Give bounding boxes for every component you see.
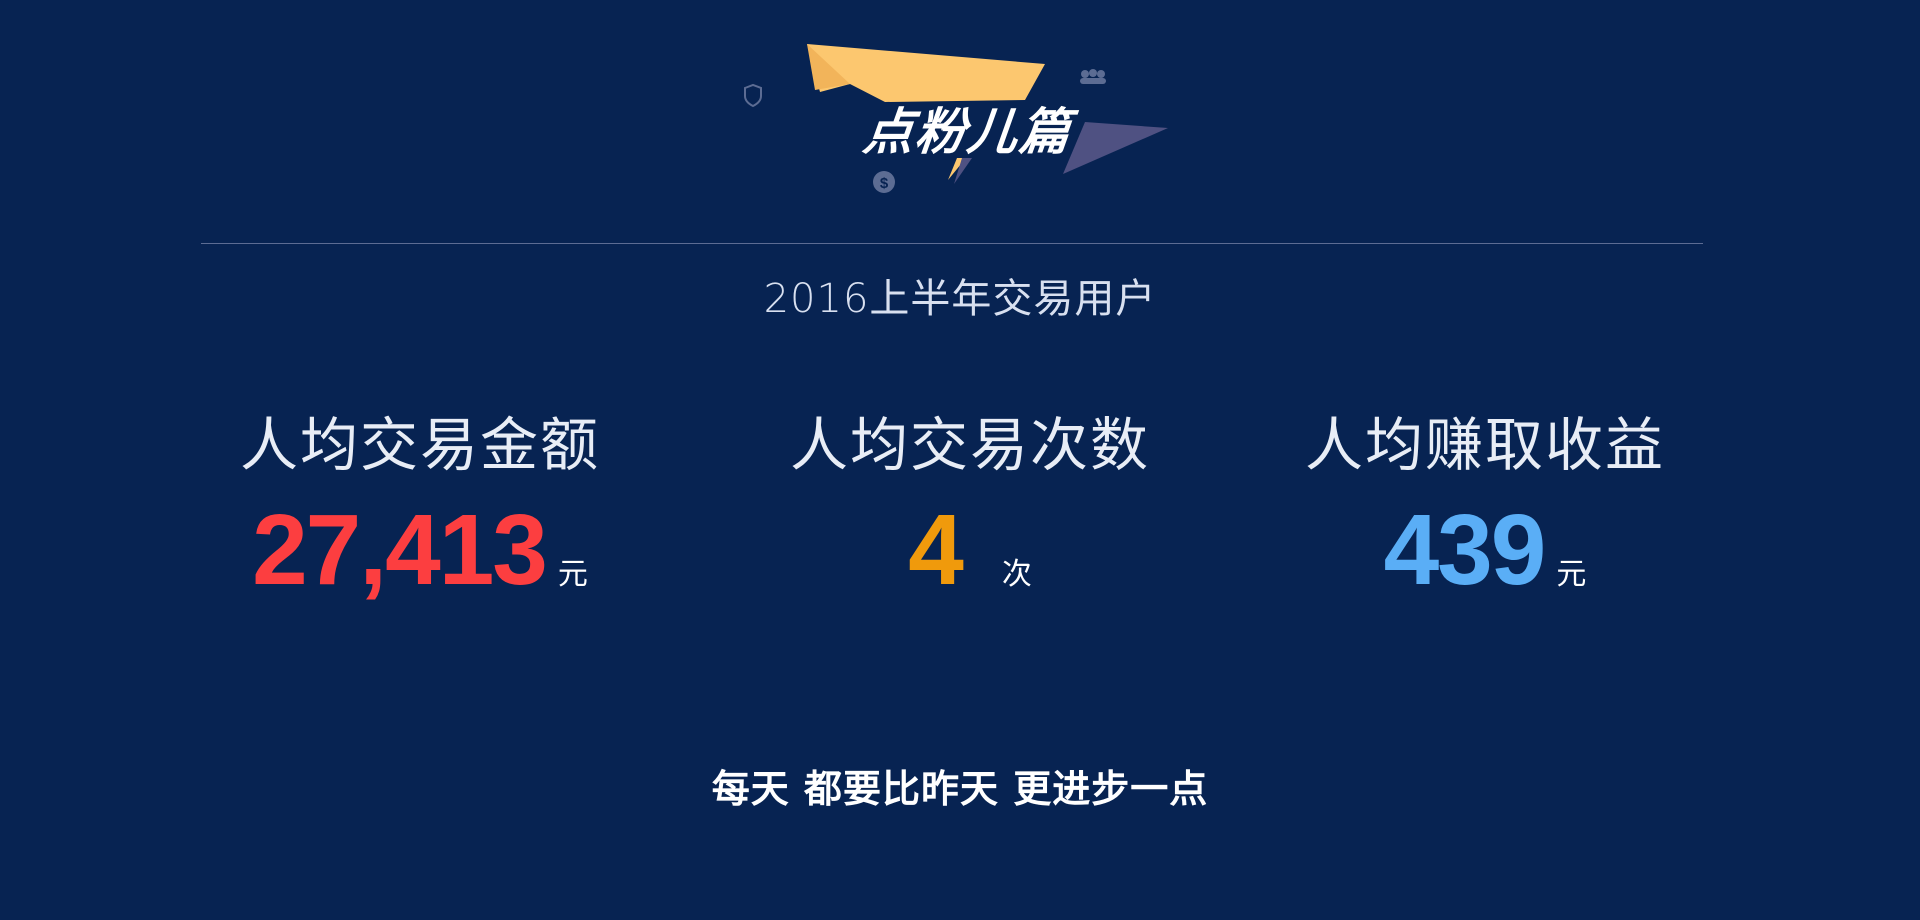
people-icon [1080, 69, 1106, 84]
dollar-coin-icon: $ [873, 171, 895, 193]
stat-value-row: 439 元 [1225, 495, 1745, 605]
stat-avg-transaction-amount: 人均交易金额 27,413 元 [160, 405, 680, 605]
stat-value: 4 [908, 494, 964, 606]
banner-title: 点粉儿篇 [860, 103, 1075, 161]
divider-line [201, 243, 1703, 244]
page-subtitle: 2016上半年交易用户 [763, 276, 1157, 322]
svg-text:$: $ [880, 175, 889, 192]
slogan: 每天 都要比昨天 更进步一点 [711, 767, 1209, 811]
page: $ 点粉儿篇 2016上半年交易用户 人均交易金额 27,413 元 人均交易次数… [0, 0, 1920, 920]
header-banner: $ 点粉儿篇 [740, 40, 1180, 200]
purple-triangle-shape [1063, 122, 1168, 174]
shield-icon [744, 83, 762, 108]
stat-unit: 次 [1001, 557, 1032, 592]
stat-label: 人均交易次数 [789, 411, 1150, 479]
stat-unit: 元 [1556, 557, 1587, 592]
stat-label: 人均交易金额 [239, 411, 600, 479]
stat-unit: 元 [557, 557, 588, 592]
stat-value-row: 27,413 元 [160, 495, 680, 605]
stat-value: 439 [1383, 494, 1547, 606]
stat-avg-earned-income: 人均赚取收益 439 元 [1225, 405, 1745, 605]
stat-avg-transaction-count: 人均交易次数 4次 [710, 405, 1230, 605]
stat-value: 27,413 [252, 494, 548, 606]
stat-label: 人均赚取收益 [1304, 411, 1665, 479]
stat-value-row: 4次 [710, 495, 1230, 605]
